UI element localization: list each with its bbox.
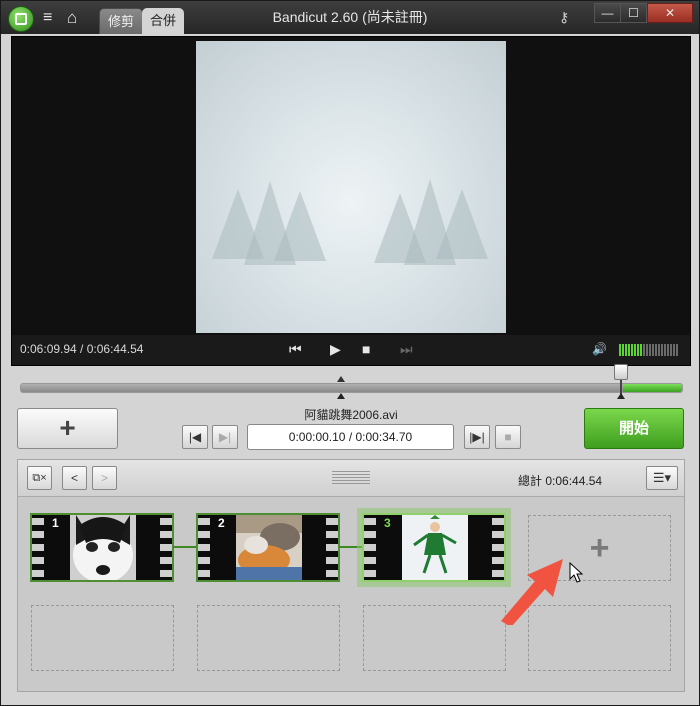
timeline-fill <box>622 384 682 392</box>
play-button[interactable]: ▶ <box>330 341 341 357</box>
next-frame-button[interactable]: ⏭ <box>400 341 413 357</box>
add-file-button[interactable]: + <box>17 408 118 449</box>
volume-bar <box>658 344 660 356</box>
volume-bar <box>619 344 621 356</box>
volume-bar <box>652 344 654 356</box>
mouse-cursor-icon <box>569 562 584 583</box>
volume-bar <box>625 344 627 356</box>
volume-bar <box>640 344 642 356</box>
home-icon[interactable]: ⌂ <box>67 9 77 26</box>
empty-clip-slot <box>197 605 340 671</box>
clip-item-selected[interactable]: 3 <box>362 513 506 582</box>
volume-bar <box>643 344 645 356</box>
app-window: ≡ ⌂ 修剪 合併 Bandicut 2.60 (尚未註冊) ⚷ — ☐ ✕ 0… <box>0 0 700 706</box>
clip-thumbnail <box>70 515 136 580</box>
clip-item[interactable]: 2 <box>196 513 340 582</box>
empty-clip-slot <box>363 605 506 671</box>
timeline-marker-icon <box>337 376 345 382</box>
volume-bar <box>670 344 672 356</box>
maximize-button[interactable]: ☐ <box>620 3 647 23</box>
playback-timecode: 0:06:09.94 / 0:06:44.54 <box>20 342 144 356</box>
close-button[interactable]: ✕ <box>647 3 693 23</box>
volume-bar <box>634 344 636 356</box>
move-right-button[interactable]: > <box>92 466 117 490</box>
volume-bar <box>631 344 633 356</box>
key-icon[interactable]: ⚷ <box>559 9 569 26</box>
volume-bar <box>673 344 675 356</box>
volume-bar <box>649 344 651 356</box>
move-left-button[interactable]: < <box>62 466 87 490</box>
set-end-button[interactable]: ▶| <box>212 425 238 449</box>
volume-bar <box>646 344 648 356</box>
tab-merge[interactable]: 合併 <box>142 8 185 34</box>
volume-meter[interactable] <box>619 344 678 356</box>
video-player: 0:06:09.94 / 0:06:44.54 ⏮ ▶ ■ ⏭ 🔊 <box>11 36 691 366</box>
minimize-button[interactable]: — <box>594 3 621 23</box>
playhead-handle[interactable] <box>614 364 628 380</box>
stop-button[interactable]: ■ <box>362 341 370 357</box>
volume-bar <box>655 344 657 356</box>
clip-number: 2 <box>218 516 225 530</box>
clip-thumbnail <box>236 515 302 580</box>
volume-bar <box>664 344 666 356</box>
remove-clip-button[interactable]: ⧉× <box>27 466 52 490</box>
title-bar: ≡ ⌂ 修剪 合併 Bandicut 2.60 (尚未註冊) ⚷ — ☐ ✕ <box>1 1 699 34</box>
clip-thumbnail <box>402 515 468 580</box>
timeline-track[interactable] <box>20 383 683 393</box>
total-duration: 總計 0:06:44.54 <box>518 474 603 488</box>
volume-bar <box>622 344 624 356</box>
start-button[interactable]: 開始 <box>584 408 684 449</box>
clip-list-toolbar: ⧉× < > 總計 0:06:44.54 ☰▾ <box>18 460 684 497</box>
video-preview <box>196 41 506 333</box>
annotation-arrow-icon <box>501 559 563 625</box>
play-segment-button[interactable]: |▶| <box>464 425 490 449</box>
bandicut-logo-icon[interactable] <box>8 6 34 32</box>
segment-time-field[interactable]: 0:00:00.10 / 0:00:34.70 <box>247 424 454 450</box>
volume-bar <box>667 344 669 356</box>
volume-bar <box>637 344 639 356</box>
prev-frame-button[interactable]: ⏮ <box>289 341 302 357</box>
set-start-button[interactable]: |◀ <box>182 425 208 449</box>
timeline-start-marker-icon <box>337 393 345 399</box>
volume-bar <box>676 344 678 356</box>
resize-grip-icon[interactable] <box>332 471 370 485</box>
player-control-bar: 0:06:09.94 / 0:06:44.54 ⏮ ▶ ■ ⏭ 🔊 <box>12 335 690 365</box>
volume-bar <box>628 344 630 356</box>
clip-number: 1 <box>52 516 59 530</box>
list-menu-button[interactable]: ☰▾ <box>646 466 678 490</box>
volume-icon[interactable]: 🔊 <box>592 342 607 356</box>
current-filename: 阿貓跳舞2006.avi <box>304 408 398 422</box>
timeline-end-marker-icon <box>617 393 625 399</box>
stop-segment-button[interactable]: ■ <box>495 425 521 449</box>
volume-bar <box>661 344 663 356</box>
menu-icon[interactable]: ≡ <box>43 10 52 26</box>
clip-number: 3 <box>384 516 391 530</box>
empty-clip-slot <box>31 605 174 671</box>
tab-trim[interactable]: 修剪 <box>99 8 144 34</box>
clip-item[interactable]: 1 <box>30 513 174 582</box>
